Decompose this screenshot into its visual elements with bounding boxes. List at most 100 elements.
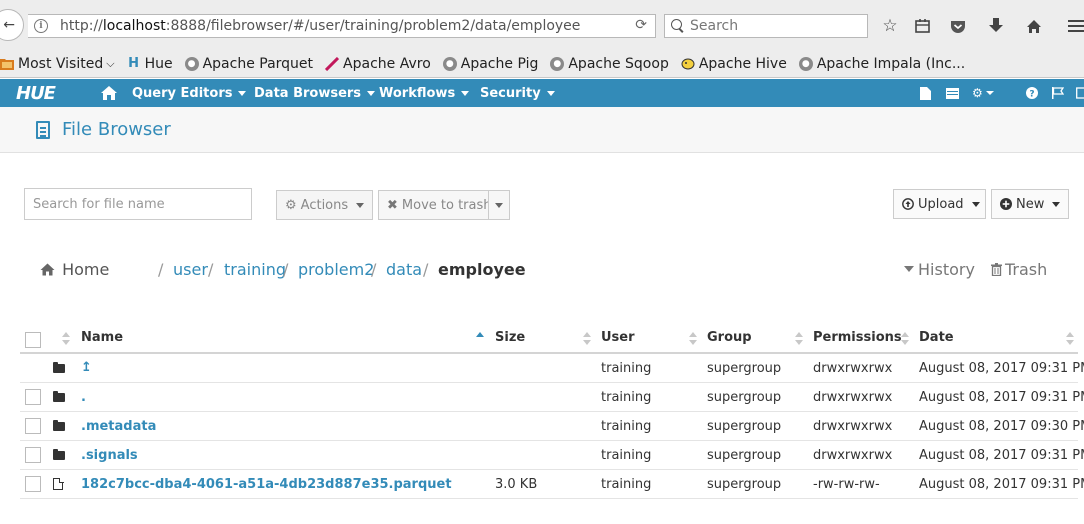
sort-icon[interactable] (1066, 332, 1074, 346)
row-checkbox[interactable] (25, 447, 41, 463)
hue-icon: H (128, 56, 139, 71)
row-divider (20, 411, 1078, 412)
row-checkbox[interactable] (25, 389, 41, 405)
caret-down-icon (356, 202, 365, 208)
home-icon[interactable] (100, 85, 118, 101)
flag-icon[interactable] (1052, 79, 1064, 107)
breadcrumb-problem2[interactable]: problem2 (298, 260, 374, 279)
browser-search-input[interactable] (690, 18, 860, 34)
url-text[interactable]: http://localhost:8888/filebrowser/#/user… (60, 18, 580, 34)
bookmark-apache-pig[interactable]: ● Apache Pig (442, 56, 538, 72)
breadcrumb-separator: / (371, 260, 377, 279)
column-header-user[interactable]: User (601, 330, 635, 345)
row-checkbox[interactable] (25, 476, 41, 492)
breadcrumb-data[interactable]: data (386, 260, 422, 279)
file-permissions: -rw-rw-rw- (813, 477, 880, 492)
file-name-link[interactable]: . (81, 390, 86, 405)
page-header: File Browser (0, 107, 1084, 153)
caret-down-icon (461, 90, 470, 96)
cogs-icon[interactable]: ⚙ (972, 79, 994, 107)
table-icon[interactable] (946, 79, 959, 107)
new-button[interactable]: New (991, 189, 1069, 219)
breadcrumb-separator: / (158, 260, 164, 279)
browser-toolbar: ← i http://localhost:8888/filebrowser/#/… (0, 0, 1084, 50)
column-header-permissions[interactable]: Permissions (813, 330, 902, 345)
folder-icon (53, 420, 65, 431)
caret-down-icon (367, 90, 376, 96)
hive-icon (681, 57, 695, 71)
home-icon[interactable] (1022, 14, 1046, 38)
file-date: August 08, 2017 09:31 PM (919, 361, 1084, 376)
trash-icon (991, 263, 1002, 277)
sort-icon[interactable] (583, 332, 591, 346)
reload-icon[interactable]: ⟳ (635, 17, 647, 33)
pocket-icon[interactable] (946, 14, 970, 38)
url-bar[interactable]: i http://localhost:8888/filebrowser/#/us… (28, 14, 656, 38)
breadcrumb-home[interactable]: Home (40, 260, 109, 279)
file-name-link[interactable]: ↥ (81, 360, 92, 375)
file-name-link[interactable]: .metadata (81, 419, 156, 434)
menu-icon[interactable] (1064, 14, 1084, 38)
file-group: supergroup (707, 390, 782, 405)
column-header-name[interactable]: Name (81, 330, 123, 345)
select-all-checkbox[interactable] (25, 332, 41, 348)
page-title: File Browser (62, 119, 171, 140)
file-search-input[interactable] (24, 188, 252, 220)
move-to-trash-button[interactable]: ✖ Move to trash (378, 190, 492, 220)
back-button[interactable]: ← (0, 9, 24, 41)
bookmark-apache-sqoop[interactable]: ● Apache Sqoop (550, 56, 669, 72)
reading-list-icon[interactable] (910, 14, 934, 38)
bookmark-apache-hive[interactable]: Apache Hive (681, 56, 787, 72)
sort-icon[interactable] (62, 332, 70, 346)
file-permissions: drwxrwxrwx (813, 361, 893, 376)
caret-down-icon (904, 266, 914, 272)
sort-icon[interactable] (795, 332, 803, 346)
column-header-group[interactable]: Group (707, 330, 752, 345)
bookmark-hue[interactable]: H Hue (127, 56, 172, 72)
history-button[interactable]: History (904, 260, 975, 279)
bookmark-most-visited[interactable]: Most Visited ⌵ (0, 56, 115, 72)
sort-ascending-icon[interactable] (476, 332, 484, 346)
caret-down-icon (495, 202, 503, 208)
chevron-down-icon: ⌵ (106, 56, 115, 70)
breadcrumb-user[interactable]: user (173, 260, 208, 279)
search-icon (671, 19, 685, 33)
column-header-date[interactable]: Date (919, 330, 954, 345)
row-checkbox[interactable] (25, 418, 41, 434)
help-icon[interactable]: ? (1026, 79, 1038, 107)
row-divider (20, 469, 1078, 470)
row-divider (20, 498, 1078, 499)
info-icon[interactable]: i (34, 19, 48, 33)
row-divider (20, 382, 1078, 383)
actions-button[interactable]: ⚙ Actions (276, 190, 373, 220)
upload-button[interactable]: Upload (893, 189, 986, 219)
globe-icon: ● (442, 56, 457, 71)
hue-logo[interactable]: HUE (16, 83, 56, 104)
file-name-link[interactable]: 182c7bcc-dba4-4061-a51a-4db23d887e35.par… (81, 477, 452, 492)
trash-link[interactable]: Trash (991, 260, 1047, 279)
logout-icon[interactable] (1076, 79, 1084, 107)
file-size: 3.0 KB (495, 477, 538, 492)
trash-dropdown-toggle[interactable] (488, 190, 510, 220)
caret-down-icon (1052, 201, 1061, 207)
download-icon[interactable] (984, 14, 1008, 38)
sort-icon[interactable] (901, 332, 909, 346)
browser-search[interactable] (664, 14, 868, 38)
breadcrumb-separator: / (283, 260, 289, 279)
star-icon[interactable]: ☆ (878, 14, 902, 38)
bookmark-apache-impala[interactable]: ● Apache Impala (Inc... (798, 56, 965, 72)
nav-security[interactable]: Security (480, 79, 555, 107)
document-icon[interactable] (920, 79, 931, 107)
breadcrumb-training[interactable]: training (224, 260, 286, 279)
file-permissions: drwxrwxrwx (813, 390, 893, 405)
bookmark-apache-avro[interactable]: Apache Avro (325, 56, 431, 72)
file-name-link[interactable]: .signals (81, 448, 138, 463)
nav-data-browsers[interactable]: Data Browsers (254, 79, 376, 107)
nav-workflows[interactable]: Workflows (379, 79, 470, 107)
sort-icon[interactable] (689, 332, 697, 346)
column-header-size[interactable]: Size (495, 330, 525, 345)
bookmark-apache-parquet[interactable]: ● Apache Parquet (184, 56, 313, 72)
file-user: training (601, 477, 652, 492)
file-user: training (601, 390, 652, 405)
nav-query-editors[interactable]: Query Editors (132, 79, 247, 107)
